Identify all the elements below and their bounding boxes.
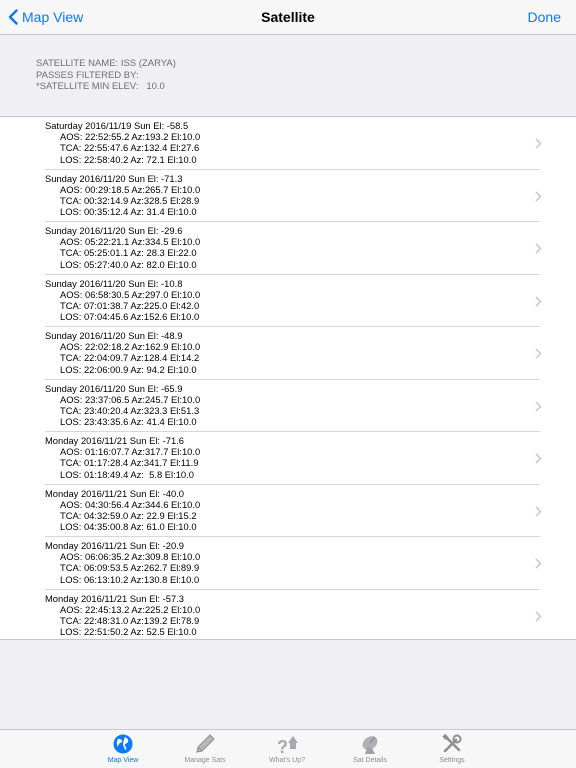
aos-line: AOS: 23:37:06.5 Az:245.7 El:10.0 — [60, 393, 201, 405]
pass-row[interactable]: Monday 2016/11/21 Sun El: -20.9 AOS: 06:0… — [0, 537, 576, 590]
tab-bar: Map View Manage Sats ? What's Up? Sat De… — [0, 729, 576, 768]
pass-date-sun-elevation: Sunday 2016/11/20 Sun El: -29.6 — [45, 225, 183, 236]
pass-details: Monday 2016/11/21 Sun El: -57.3 AOS: 22:4… — [45, 593, 200, 638]
los-line: LOS: 05:27:40.0 Az: 82.0 El:10.0 — [60, 258, 197, 270]
tab-label: Manage Sats — [184, 757, 226, 764]
pass-date-sun-elevation: Sunday 2016/11/20 Sun El: -71.3 — [45, 172, 183, 184]
aos-line: AOS: 01:16:07.7 Az:317.7 El:10.0 — [60, 446, 201, 458]
pass-row[interactable]: Saturday 2016/11/19 Sun El: -58.5 AOS: 22… — [0, 117, 576, 170]
chevron-right-icon — [535, 400, 542, 412]
aos-line: AOS: 04:30:56.4 Az:344.6 El:10.0 — [60, 498, 201, 510]
pencil-icon — [196, 734, 215, 753]
los-line: LOS: 06:13:10.2 Az:130.8 El:10.0 — [60, 573, 200, 585]
back-button-label: Map View — [22, 9, 84, 25]
pass-details: Monday 2016/11/21 Sun El: -71.6 AOS: 01:1… — [45, 435, 200, 480]
chevron-right-icon — [535, 453, 542, 464]
chevron-left-icon — [8, 9, 18, 25]
tab-whats-up[interactable]: ? What's Up? — [252, 730, 322, 768]
tab-label: Settings — [439, 757, 465, 764]
los-line: LOS: 22:58:40.2 Az: 72.1 El:10.0 — [60, 153, 197, 165]
chevron-right-icon — [535, 610, 542, 622]
pass-details: Sunday 2016/11/20 Sun El: -48.9 AOS: 22:0… — [45, 330, 200, 375]
svg-text:?: ? — [277, 737, 288, 755]
pass-date-sun-elevation: Sunday 2016/11/20 Sun El: -48.9 — [45, 330, 183, 341]
pass-row[interactable]: Sunday 2016/11/20 Sun El: -71.3 AOS: 00:2… — [0, 170, 576, 223]
tab-label: Map View — [107, 757, 139, 764]
pass-details: Sunday 2016/11/20 Sun El: -10.8 AOS: 06:5… — [45, 278, 200, 323]
tca-line: TCA: 22:48:31.0 Az:139.2 El:78.9 — [60, 614, 200, 626]
tca-line: TCA: 07:01:38.7 Az:225.0 El:42.0 — [60, 299, 200, 311]
los-line: LOS: 22:51:50.2 Az: 52.5 El:10.0 — [60, 626, 197, 638]
aos-line: AOS: 22:45:13.2 Az:225.2 El:10.0 — [60, 603, 201, 615]
aos-line: AOS: 06:58:30.5 Az:297.0 El:10.0 — [60, 288, 201, 300]
satellite-dish-icon — [362, 736, 378, 754]
tca-line: TCA: 04:32:59.0 Az: 22.9 El:15.2 — [60, 509, 197, 521]
done-button[interactable]: Done — [528, 9, 561, 25]
tca-line: TCA: 05:25:01.1 Az: 28.3 El:22.0 — [60, 247, 197, 259]
aos-line: AOS: 06:06:35.2 Az:309.8 El:10.0 — [60, 551, 201, 563]
passes-filtered-label: PASSES FILTERED BY: — [36, 69, 139, 81]
chevron-right-icon — [535, 243, 542, 254]
tab-label: What's Up? — [269, 757, 305, 764]
page-title: Satellite — [261, 9, 315, 25]
pass-row[interactable]: Sunday 2016/11/20 Sun El: -48.9 AOS: 22:0… — [0, 327, 576, 380]
tca-line: TCA: 22:04:09.7 Az:128.4 El:14.2 — [60, 352, 200, 364]
los-line: LOS: 07:04:45.6 Az:152.6 El:10.0 — [60, 311, 200, 323]
pass-date-sun-elevation: Saturday 2016/11/19 Sun El: -58.5 — [45, 120, 189, 131]
whats-up-icon: ? — [277, 736, 298, 755]
los-line: LOS: 04:35:00.8 Az: 61.0 El:10.0 — [60, 521, 197, 533]
aos-line: AOS: 22:02:18.2 Az:162.9 El:10.0 — [60, 341, 201, 353]
tab-manage-sats[interactable]: Manage Sats — [170, 730, 240, 768]
pass-details: Monday 2016/11/21 Sun El: -40.0 AOS: 04:3… — [45, 488, 200, 533]
pass-details: Sunday 2016/11/20 Sun El: -71.3 AOS: 00:2… — [45, 173, 200, 218]
pass-date-sun-elevation: Sunday 2016/11/20 Sun El: -10.8 — [45, 277, 183, 289]
min-elevation-label: *SATELLITE MIN ELEV: 10.0 — [36, 81, 165, 93]
tab-map-view[interactable]: Map View — [88, 730, 158, 768]
tools-icon — [442, 733, 462, 753]
back-button[interactable]: Map View — [8, 8, 83, 26]
pass-list: Saturday 2016/11/19 Sun El: -58.5 AOS: 22… — [0, 116, 576, 640]
pass-details: Monday 2016/11/21 Sun El: -20.9 AOS: 06:0… — [45, 540, 200, 585]
tca-line: TCA: 01:17:28.4 Az:341.7 El:11.9 — [60, 457, 199, 469]
navigation-bar: Map View Satellite Done — [0, 0, 576, 35]
pass-details: Saturday 2016/11/19 Sun El: -58.5 AOS: 22… — [45, 120, 200, 165]
pass-date-sun-elevation: Sunday 2016/11/20 Sun El: -65.9 — [45, 382, 183, 394]
los-line: LOS: 00:35:12.4 Az: 31.4 El:10.0 — [60, 206, 197, 218]
pass-row[interactable]: Sunday 2016/11/20 Sun El: -29.6 AOS: 05:2… — [0, 222, 576, 275]
pass-details: Sunday 2016/11/20 Sun El: -65.9 AOS: 23:3… — [45, 383, 200, 428]
chevron-right-icon — [535, 190, 542, 202]
pass-date-sun-elevation: Monday 2016/11/21 Sun El: -71.6 — [45, 435, 184, 446]
chevron-right-icon — [535, 558, 542, 569]
tca-line: TCA: 22:55:47.6 Az:132.4 El:27.6 — [60, 142, 200, 154]
pass-details: Sunday 2016/11/20 Sun El: -29.6 AOS: 05:2… — [45, 225, 200, 270]
pass-row[interactable]: Sunday 2016/11/20 Sun El: -65.9 AOS: 23:3… — [0, 380, 576, 433]
tca-line: TCA: 06:09:53.5 Az:262.7 El:89.9 — [60, 562, 200, 574]
chevron-right-icon — [535, 505, 542, 517]
los-line: LOS: 01:18:49.4 Az: 5.8 El:10.0 — [60, 468, 194, 480]
pass-row[interactable]: Monday 2016/11/21 Sun El: -40.0 AOS: 04:3… — [0, 485, 576, 538]
aos-line: AOS: 05:22:21.1 Az:334.5 El:10.0 — [60, 236, 201, 248]
tab-label: Sat Details — [353, 757, 387, 764]
chevron-right-icon — [535, 348, 542, 359]
tab-settings[interactable]: Settings — [417, 730, 487, 768]
tab-sat-details[interactable]: Sat Details — [335, 730, 405, 768]
satellite-name-label: SATELLITE NAME: ISS (ZARYA) — [36, 58, 176, 69]
chevron-right-icon — [535, 295, 542, 307]
pass-date-sun-elevation: Monday 2016/11/21 Sun El: -57.3 — [45, 592, 184, 604]
tca-line: TCA: 00:32:14.9 Az:328.5 El:28.9 — [60, 194, 200, 206]
aos-line: AOS: 22:52:55.2 Az:193.2 El:10.0 — [60, 131, 201, 143]
globe-icon — [113, 734, 133, 754]
los-line: LOS: 23:43:35.6 Az: 41.4 El:10.0 — [60, 416, 197, 428]
pass-row[interactable]: Monday 2016/11/21 Sun El: -57.3 AOS: 22:4… — [0, 590, 576, 643]
pass-date-sun-elevation: Monday 2016/11/21 Sun El: -20.9 — [45, 540, 184, 551]
chevron-right-icon — [535, 138, 542, 149]
pass-date-sun-elevation: Monday 2016/11/21 Sun El: -40.0 — [45, 487, 184, 499]
los-line: LOS: 22:06:00.9 Az: 94.2 El:10.0 — [60, 363, 197, 375]
pass-row[interactable]: Sunday 2016/11/20 Sun El: -10.8 AOS: 06:5… — [0, 275, 576, 328]
aos-line: AOS: 00:29:18.5 Az:265.7 El:10.0 — [60, 183, 201, 195]
filter-info: SATELLITE NAME: ISS (ZARYA) PASSES FILTE… — [36, 58, 176, 93]
pass-row[interactable]: Monday 2016/11/21 Sun El: -71.6 AOS: 01:1… — [0, 432, 576, 485]
tca-line: TCA: 23:40:20.4 Az:323.3 El:51.3 — [60, 404, 200, 416]
